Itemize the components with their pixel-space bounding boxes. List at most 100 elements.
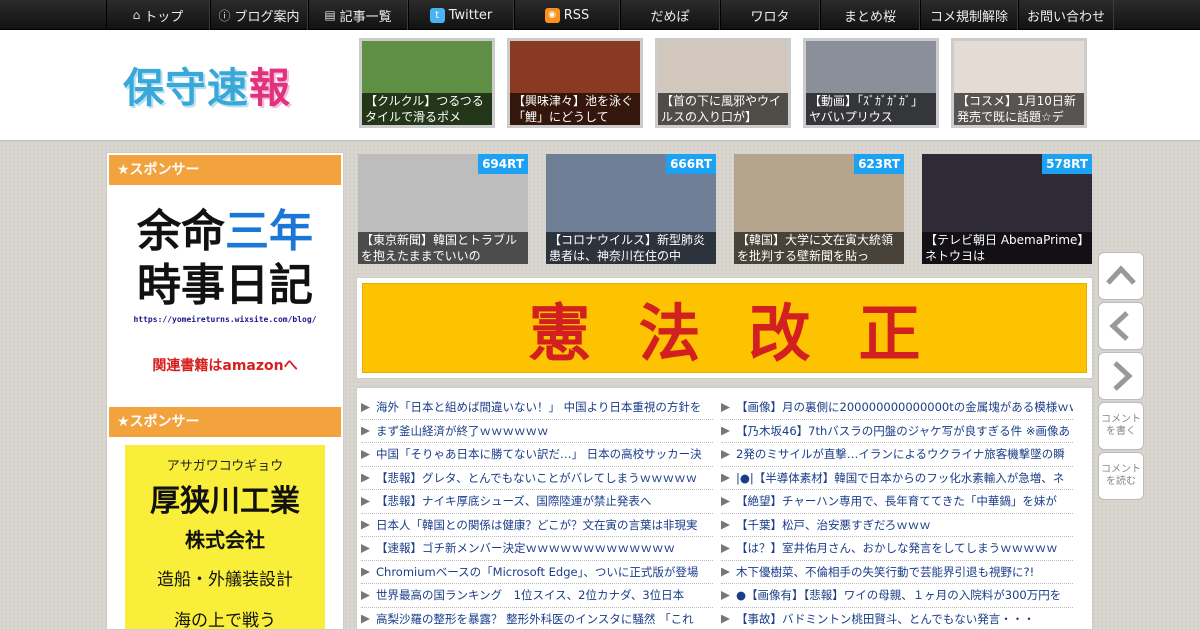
ad-url: https://yomeireturns.wixsite.com/blog/ [133, 315, 317, 324]
nav-item-7[interactable]: まとめ桜 [820, 0, 920, 30]
feed-item[interactable]: 【は？】室井佑月さん、おかしな発言をしてしまうｗｗｗｗｗ [721, 537, 1073, 561]
feed-item[interactable]: |●|【半導体素材】韓国で日本からのフッ化水素輸入が急増、ネ [721, 467, 1073, 490]
feed-item[interactable]: 中国「そりゃあ日本に勝てない訳だ…」 日本の高校サッカー決 [361, 443, 713, 467]
play-arrow-icon [721, 591, 730, 600]
feed-column-right: 【画像】月の裏側に200000000000000tの金属塊がある模様ｗｗ 【乃木坂… [721, 396, 1073, 630]
logo-text-part2: 報 [249, 64, 291, 112]
feed-item[interactable]: ●【画像有】【悲報】ワイの母親、１ヶ月の入院料が300万円を [721, 584, 1073, 608]
feed-item-title: 【は？】室井佑月さん、おかしな発言をしてしまうｗｗｗｗｗ [736, 541, 1058, 555]
retweet-count-badge: 578RT [1042, 154, 1092, 174]
chevron-left-icon [1109, 311, 1129, 341]
sponsor-ad-yomei[interactable]: 余命三年 時事日記 https://yomeireturns.wixsite.c… [107, 187, 343, 405]
feed-column-left: 海外「日本と組めば間違いない！」 中国より日本重視の方針をまず釜山経済が終了ｗｗ… [361, 396, 713, 630]
feed-item-title: |●|【半導体素材】韓国で日本からのフッ化水素輸入が急増、ネ [736, 470, 1065, 485]
feed-item[interactable]: 海外「日本と組めば間違いない！」 中国より日本重視の方針を [361, 396, 713, 420]
feed-item[interactable]: 【速報】ゴチ新メンバー決定ｗｗｗｗｗｗｗｗｗｗｗｗｗ [361, 537, 713, 561]
ad2-company-type: 株式会社 [185, 528, 265, 552]
ranking-thumbnail[interactable]: 666RT 【コロナウイルス】新型肺炎患者は、神奈川在住の中 [546, 154, 716, 264]
play-arrow-icon [361, 591, 370, 600]
nav-item-label: コメ規制解除 [929, 9, 1008, 25]
comment-read-button[interactable]: コメントを読む [1098, 452, 1144, 500]
nav-item-label: 記事一覧 [339, 9, 392, 25]
banner-ad[interactable]: 憲法改正 [356, 277, 1093, 379]
scroll-top-button[interactable] [1098, 252, 1144, 300]
prev-article-button[interactable] [1098, 302, 1144, 350]
play-arrow-icon [721, 497, 730, 506]
nav-item-4[interactable]: ◉ RSS [514, 0, 620, 30]
feed-item-title: 高梨沙羅の整形を暴露？ 整形外科医のインスタに騒然 「これ [376, 611, 694, 626]
ranking-thumbnail[interactable]: 578RT 【テレビ朝日 AbemaPrime】ネトウヨは [922, 154, 1092, 264]
ad2-kana: アサガワコウギョウ [166, 459, 284, 474]
feed-item[interactable]: 【事故】バドミントン桃田賢斗、とんでもない発言・・・ [721, 608, 1073, 630]
nav-item-8[interactable]: コメ規制解除 [920, 0, 1018, 30]
feed-item-title: 日本人「韓国との関係は健康？どこが？文在寅の言葉は非現実 [376, 517, 698, 532]
thumbnail-caption: 【首の下に風邪やウイルスの入り口が】 [658, 93, 788, 125]
chevron-up-icon [1106, 265, 1136, 285]
feed-item[interactable]: 日本人「韓国との関係は健康？どこが？文在寅の言葉は非現実 [361, 514, 713, 537]
feed-item-title: 【絶望】チャーハン専用で、長年育ててきた「中華鍋」を妹が [736, 494, 1057, 508]
logo-text-part1: 保守速 [123, 64, 249, 112]
feed-item[interactable]: 2発のミサイルが直撃…イランによるウクライナ旅客機撃墜の瞬 [721, 443, 1073, 467]
feed-item[interactable]: 世界最高の国ランキング 1位スイス、2位カナダ、3位日本 [361, 584, 713, 608]
play-arrow-icon [361, 614, 370, 624]
nav-item-0[interactable]: ⌂ トップ [106, 0, 210, 30]
feed-item[interactable]: 【絶望】チャーハン専用で、長年育ててきた「中華鍋」を妹が [721, 490, 1073, 514]
nav-item-label: お問い合わせ [1026, 9, 1105, 25]
ad2-slogan: 海の上で戦う [174, 611, 276, 630]
feed-item-title: まず釜山経済が終了ｗｗｗｗｗｗ [376, 423, 549, 438]
sidebar: ★スポンサー 余命三年 時事日記 https://yomeireturns.wi… [106, 152, 344, 630]
play-arrow-icon [361, 497, 370, 506]
header-thumbnail[interactable]: 【クルクル】つるつるタイルで滑るポメ [359, 38, 495, 128]
feed-item[interactable]: まず釜山経済が終了ｗｗｗｗｗｗ [361, 420, 713, 443]
nav-item-9[interactable]: お問い合わせ [1018, 0, 1114, 30]
feed-item[interactable]: Chromiumベースの「Microsoft Edge」、ついに正式版が登場 [361, 561, 713, 584]
feed-item[interactable]: 高梨沙羅の整形を暴露？ 整形外科医のインスタに騒然 「これ [361, 608, 713, 630]
nav-item-3[interactable]: t Twitter [408, 0, 514, 30]
nav-item-1[interactable]: ⓘ ブログ案内 [210, 0, 308, 30]
feed-item-title: 2発のミサイルが直撃…イランによるウクライナ旅客機撃墜の瞬 [736, 447, 1065, 461]
list-icon: ▤ [324, 8, 336, 22]
thumbnail-caption: 【テレビ朝日 AbemaPrime】ネトウヨは [922, 232, 1092, 264]
header-thumbnail[interactable]: 【首の下に風邪やウイルスの入り口が】 [655, 38, 791, 128]
feed-item-title: 中国「そりゃあ日本に勝てない訳だ…」 日本の高校サッカー決 [376, 447, 702, 461]
play-arrow-icon [721, 520, 730, 530]
next-article-button[interactable] [1098, 352, 1144, 400]
ad-title-line2: 時事日記 [137, 260, 313, 311]
floating-buttons: コメントを書く コメントを読む [1096, 250, 1146, 502]
feed-item[interactable]: 【悲報】グレタ、とんでもないことがバレてしまうｗｗｗｗｗ [361, 467, 713, 490]
ranking-thumbnail[interactable]: 694RT 【東京新聞】韓国とトラブルを抱えたままでいいの [358, 154, 528, 264]
feed-item[interactable]: 【悲報】ナイキ厚底シューズ、国際陸連が禁止発表へ [361, 490, 713, 514]
play-arrow-icon [721, 426, 730, 436]
feed-item-title: 【画像】月の裏側に200000000000000tの金属塊がある模様ｗｗ [736, 400, 1073, 414]
nav-item-6[interactable]: ワロタ [720, 0, 820, 30]
feed-item-title: 木下優樹菜、不倫相手の失笑行動で芸能界引退も視野に?! [736, 564, 1035, 579]
feed-item[interactable]: 【乃木坂46】7thバスラの円盤のジャケ写が良すぎる件 ※画像あ [721, 420, 1073, 443]
ad-amazon-link[interactable]: 関連書籍はamazonへ [107, 355, 343, 375]
ranking-thumbnails: 694RT 【東京新聞】韓国とトラブルを抱えたままでいいの 666RT 【コロナウイル… [358, 154, 1092, 264]
comment-write-button[interactable]: コメントを書く [1098, 402, 1144, 450]
thumbnail-caption: 【コロナウイルス】新型肺炎患者は、神奈川在住の中 [546, 232, 716, 264]
play-arrow-icon [361, 426, 370, 436]
nav-item-label: RSS [563, 7, 590, 23]
feed-item-title: 【悲報】グレタ、とんでもないことがバレてしまうｗｗｗｗｗ [376, 470, 698, 485]
feed-item-title: ●【画像有】【悲報】ワイの母親、１ヶ月の入院料が300万円を [736, 588, 1062, 602]
thumbnail-caption: 【動画】「ｽﾞｶﾞｶﾞｶﾞ」ヤバいプリウス [806, 93, 936, 125]
site-header: 保守速報 【クルクル】つるつるタイルで滑るポメ 【興味津々】池を泳ぐ「鯉」にどうし… [0, 30, 1200, 141]
play-arrow-icon [361, 544, 370, 553]
nav-item-5[interactable]: だめぽ [620, 0, 720, 30]
thumbnail-caption: 【クルクル】つるつるタイルで滑るポメ [362, 93, 492, 125]
ranking-thumbnail[interactable]: 623RT 【韓国】大学に文在寅大統領を批判する壁新聞を貼っ [734, 154, 904, 264]
header-thumbnail[interactable]: 【動画】「ｽﾞｶﾞｶﾞｶﾞ」ヤバいプリウス [803, 38, 939, 128]
sponsor-ad-asagawa[interactable]: アサガワコウギョウ 厚狭川工業 株式会社 造船・外艤装設計 海の上で戦う [125, 445, 325, 630]
feed-item[interactable]: 【画像】月の裏側に200000000000000tの金属塊がある模様ｗｗ [721, 396, 1073, 420]
feed-item[interactable]: 木下優樹菜、不倫相手の失笑行動で芸能界引退も視野に?! [721, 561, 1073, 584]
site-logo[interactable]: 保守速報 [123, 54, 323, 114]
nav-item-2[interactable]: ▤ 記事一覧 [308, 0, 408, 30]
retweet-count-badge: 694RT [478, 154, 528, 174]
feed-item-title: 【悲報】ナイキ厚底シューズ、国際陸連が禁止発表へ [376, 494, 652, 508]
header-thumbnail[interactable]: 【興味津々】池を泳ぐ「鯉」にどうして [507, 38, 643, 128]
feed-item[interactable]: 【千葉】松戸、治安悪すぎだろｗｗｗ [721, 514, 1073, 537]
header-thumbnail[interactable]: 【コスメ】1月10日新発売で既に話題☆デ [951, 38, 1087, 128]
nav-item-label: トップ [144, 9, 184, 25]
header-thumbnails: 【クルクル】つるつるタイルで滑るポメ 【興味津々】池を泳ぐ「鯉」にどうして 【首の下… [359, 38, 1087, 128]
